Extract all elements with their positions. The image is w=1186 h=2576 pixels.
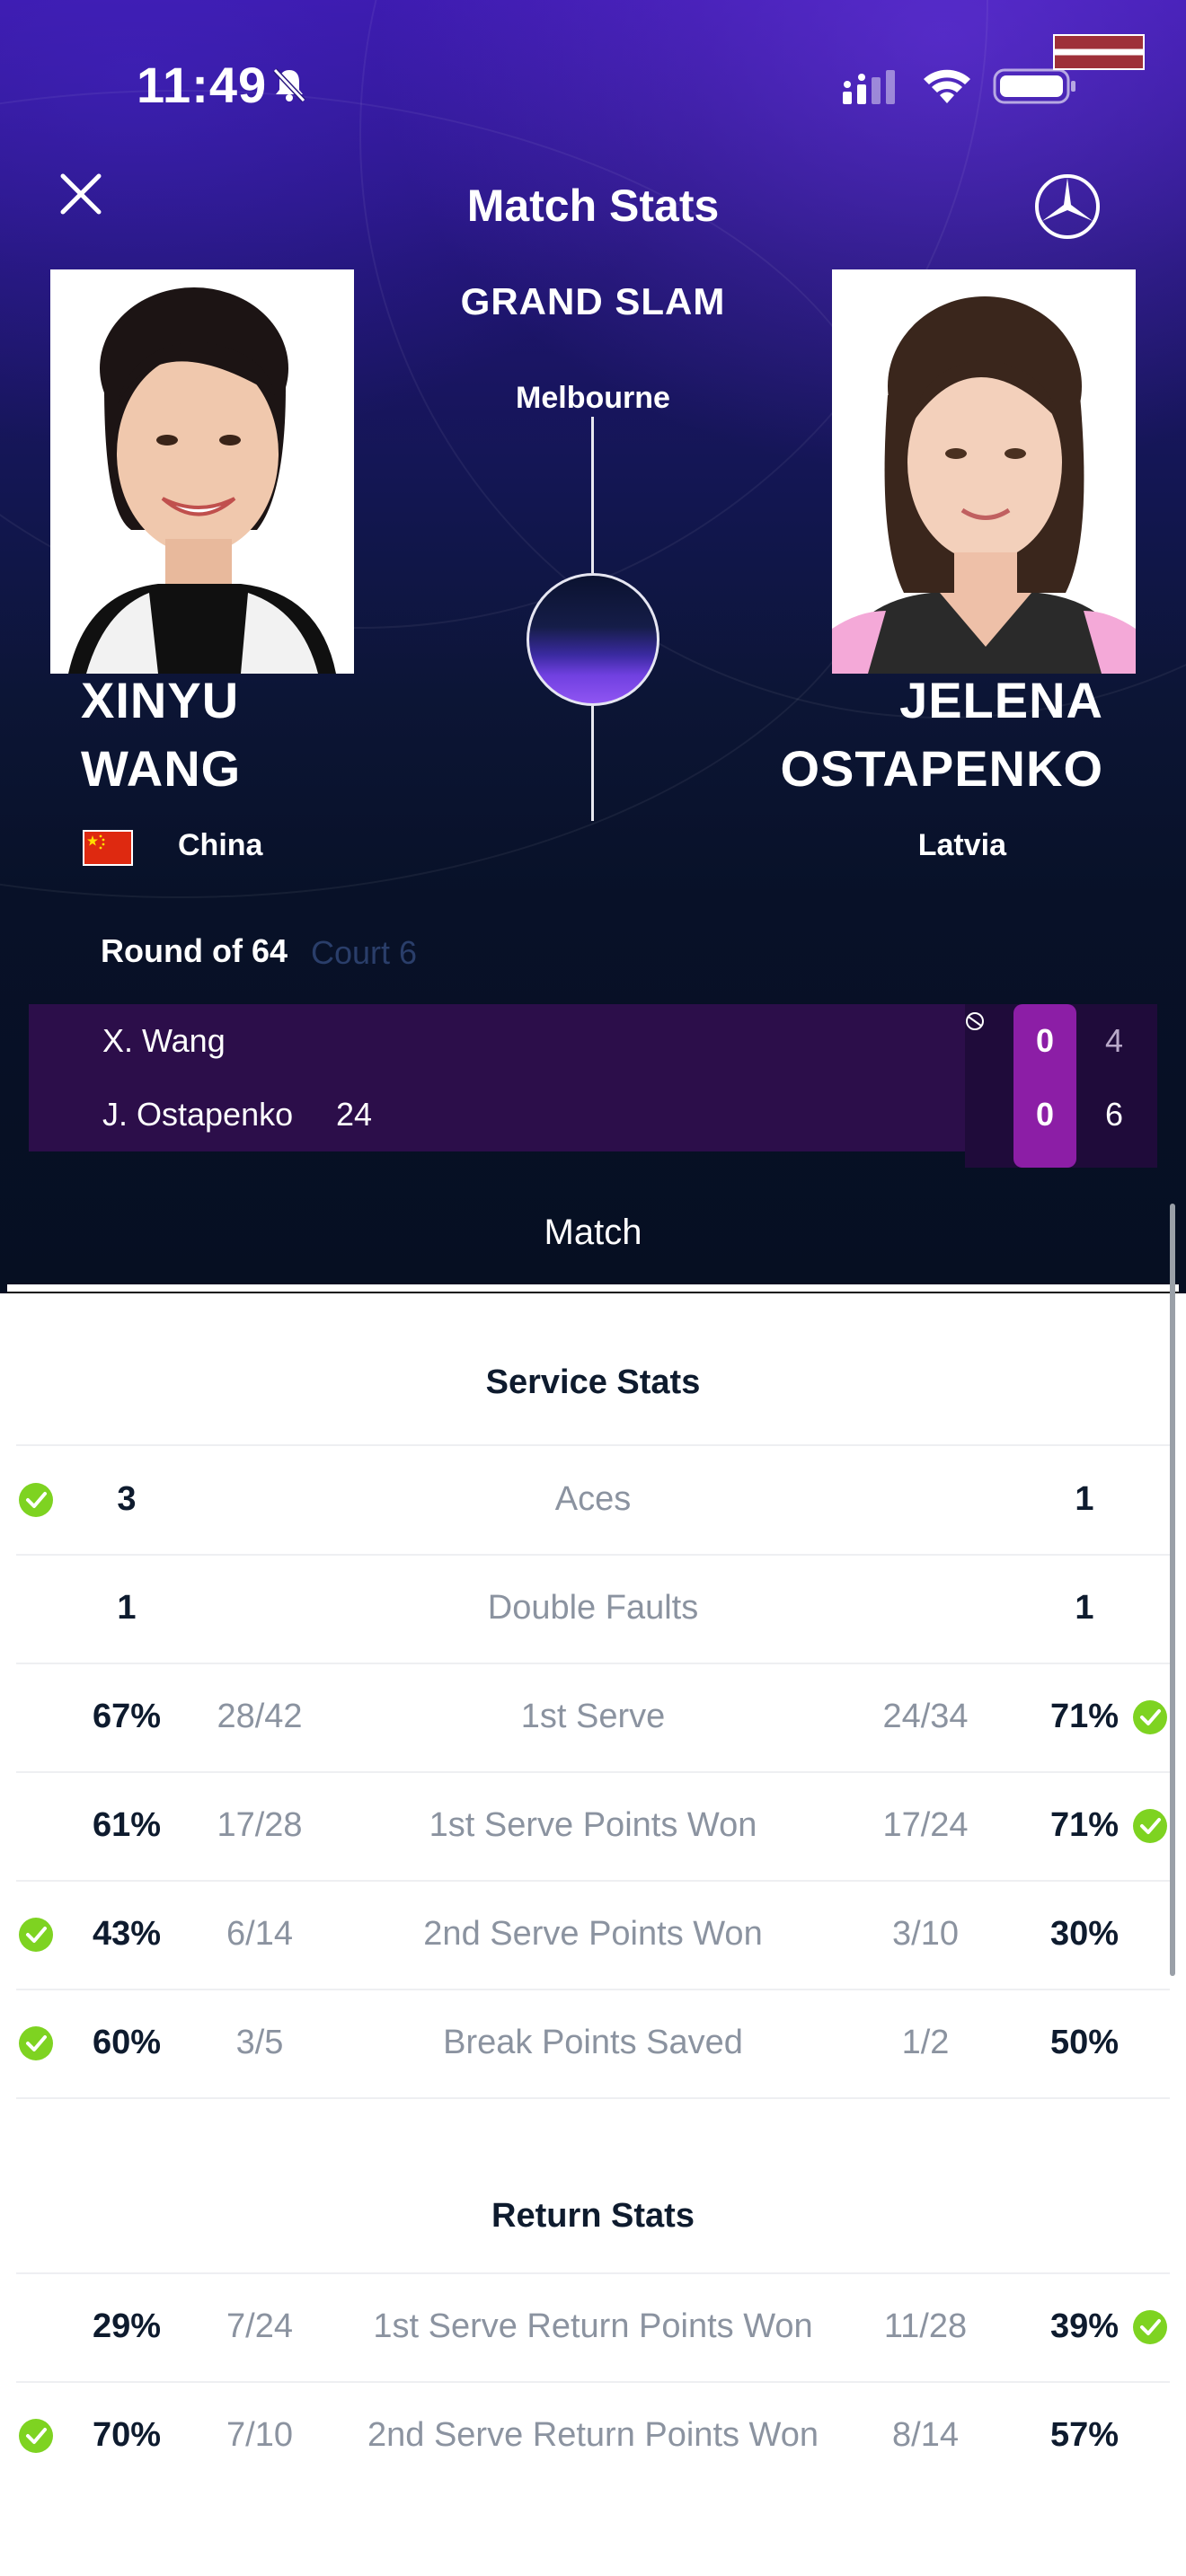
tournament-emblem bbox=[527, 573, 659, 706]
cellular-signal-icon bbox=[843, 70, 895, 104]
stat-right-fraction: 1/2 bbox=[901, 2024, 950, 2061]
check-circle-icon bbox=[1133, 2310, 1167, 2344]
stat-row-double-faults: 1 Double Faults 1 bbox=[0, 1555, 1186, 1663]
stat-right-value: 39% bbox=[1049, 2307, 1120, 2345]
check-circle-icon bbox=[19, 2026, 53, 2060]
player-country-left: China bbox=[178, 828, 263, 862]
divider-line bbox=[591, 417, 594, 573]
match-court: Court 6 bbox=[311, 934, 418, 971]
return-stats-title: Return Stats bbox=[491, 2197, 695, 2235]
stat-right-value: 71% bbox=[1049, 1806, 1120, 1844]
set-score-p2: 6 bbox=[1104, 1096, 1124, 1133]
current-game-score-p1: 0 bbox=[1035, 1022, 1055, 1059]
stat-row-first-serve-return-points-won: 29% 7/24 1st Serve Return Points Won 11/… bbox=[0, 2273, 1186, 2381]
check-circle-icon bbox=[19, 1483, 53, 1517]
stat-left-value: 60% bbox=[92, 2024, 162, 2061]
divider bbox=[16, 2097, 1170, 2099]
stat-right-value: 1 bbox=[1075, 1480, 1094, 1518]
match-header: 11:49 Match Stats GRAND SLAM Melbourne X… bbox=[0, 0, 1186, 1293]
stat-row-first-serve: 67% 28/42 1st Serve 24/34 71% bbox=[0, 1663, 1186, 1771]
stat-left-value: 29% bbox=[92, 2307, 162, 2345]
stat-row-first-serve-points-won: 61% 17/28 1st Serve Points Won 17/24 71% bbox=[0, 1772, 1186, 1880]
stat-right-value: 71% bbox=[1049, 1698, 1120, 1735]
stat-right-value: 1 bbox=[1075, 1589, 1094, 1627]
stat-left-value: 61% bbox=[92, 1806, 162, 1844]
stat-right-fraction: 8/14 bbox=[892, 2416, 959, 2454]
tab-underline bbox=[7, 1284, 1179, 1292]
check-circle-icon bbox=[19, 2419, 53, 2453]
set-score-p1: 4 bbox=[1104, 1022, 1124, 1059]
stat-label: Break Points Saved bbox=[443, 2024, 743, 2061]
tab-match[interactable]: Match bbox=[0, 1213, 1186, 1253]
header-bottom-border bbox=[7, 1292, 1179, 1293]
stat-label: Double Faults bbox=[487, 1589, 699, 1627]
latvia-flag-icon bbox=[1053, 34, 1145, 70]
stat-left-fraction: 28/42 bbox=[217, 1698, 303, 1735]
mercedes-star-icon[interactable] bbox=[1033, 172, 1102, 241]
check-circle-icon bbox=[19, 1918, 53, 1952]
stat-label: 2nd Serve Return Points Won bbox=[367, 2416, 819, 2454]
stat-left-value: 1 bbox=[117, 1589, 137, 1627]
stat-right-fraction: 11/28 bbox=[883, 2307, 968, 2345]
player-short-name: J. Ostapenko bbox=[102, 1096, 294, 1133]
stat-left-value: 3 bbox=[117, 1480, 137, 1518]
stat-left-fraction: 6/14 bbox=[226, 1915, 293, 1953]
current-game-score-p2: 0 bbox=[1035, 1096, 1055, 1133]
stat-label: 1st Serve bbox=[520, 1698, 666, 1735]
stat-left-fraction: 17/28 bbox=[217, 1806, 303, 1844]
player-country-right: Latvia bbox=[917, 828, 1006, 862]
event-city: Melbourne bbox=[516, 381, 670, 415]
status-bar: 11:49 bbox=[0, 0, 1186, 171]
stat-row-second-serve-points-won: 43% 6/14 2nd Serve Points Won 3/10 30% bbox=[0, 1881, 1186, 1989]
stat-label: 1st Serve Points Won bbox=[429, 1806, 757, 1844]
stat-right-fraction: 17/24 bbox=[882, 1806, 969, 1844]
bell-muted-icon bbox=[272, 67, 306, 103]
stat-left-fraction: 7/10 bbox=[226, 2416, 293, 2454]
player-photo-right bbox=[832, 269, 1136, 674]
china-flag-icon bbox=[83, 830, 133, 866]
stat-label: Aces bbox=[554, 1480, 632, 1518]
stat-left-fraction: 3/5 bbox=[235, 2024, 284, 2061]
stat-right-value: 50% bbox=[1049, 2024, 1120, 2061]
stat-right-value: 57% bbox=[1049, 2416, 1120, 2454]
stat-right-value: 30% bbox=[1049, 1915, 1120, 1953]
status-time: 11:49 bbox=[137, 57, 268, 113]
player-name-left: XINYU WANG bbox=[81, 672, 242, 797]
stat-left-value: 43% bbox=[92, 1915, 162, 1953]
player-seed: 24 bbox=[336, 1096, 373, 1133]
player-photo-left bbox=[50, 269, 354, 674]
stat-label: 2nd Serve Points Won bbox=[423, 1915, 763, 1953]
serving-ball-icon bbox=[966, 1012, 984, 1030]
stat-left-fraction: 7/24 bbox=[226, 2307, 293, 2345]
stat-row-second-serve-return-points-won: 70% 7/10 2nd Serve Return Points Won 8/1… bbox=[0, 2382, 1186, 2490]
check-circle-icon bbox=[1133, 1700, 1167, 1734]
check-circle-icon bbox=[1133, 1809, 1167, 1843]
page-title: Match Stats bbox=[466, 181, 720, 231]
stat-left-value: 67% bbox=[92, 1698, 162, 1735]
service-stats-title: Service Stats bbox=[485, 1363, 701, 1401]
event-name: GRAND SLAM bbox=[460, 280, 726, 322]
stat-row-aces: 3 Aces 1 bbox=[0, 1446, 1186, 1554]
stat-right-fraction: 3/10 bbox=[892, 1915, 959, 1953]
stat-label: 1st Serve Return Points Won bbox=[373, 2307, 813, 2345]
player-short-name: X. Wang bbox=[102, 1022, 226, 1059]
divider-line bbox=[591, 706, 594, 821]
wifi-icon bbox=[924, 69, 970, 103]
player-name-right: JELENA OSTAPENKO bbox=[780, 672, 1103, 797]
stat-right-fraction: 24/34 bbox=[882, 1698, 969, 1735]
stat-left-value: 70% bbox=[92, 2416, 162, 2454]
battery-icon bbox=[993, 68, 1075, 104]
match-round: Round of 64 bbox=[101, 932, 288, 969]
stat-row-break-points-saved: 60% 3/5 Break Points Saved 1/2 50% bbox=[0, 1989, 1186, 2097]
scoreboard: X. Wang J. Ostapenko 24 0 0 4 6 bbox=[29, 1004, 1157, 1168]
